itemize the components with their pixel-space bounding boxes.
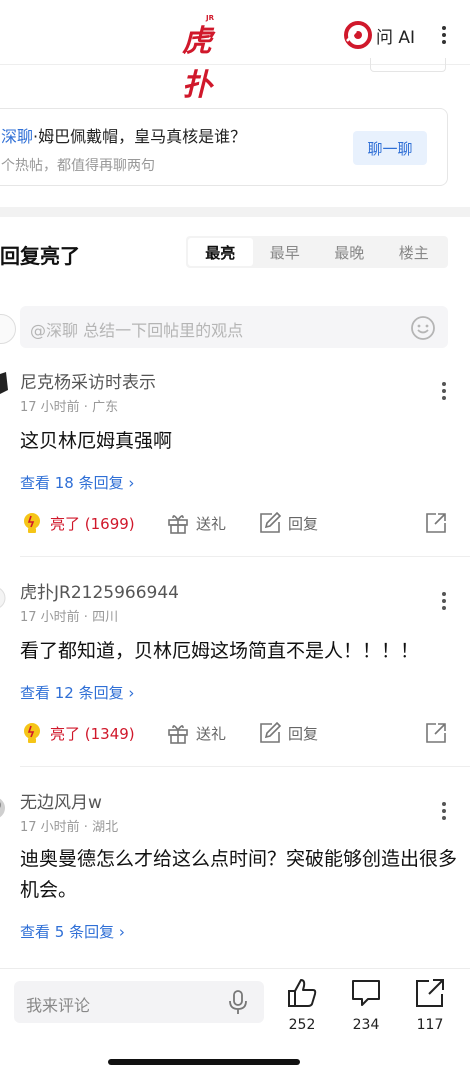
logo-jr-mark: JR (206, 14, 214, 22)
comment-username[interactable]: 无边风月w (20, 788, 102, 813)
comment-username[interactable]: 尼克杨采访时表示 (20, 368, 156, 393)
comment-item: 虎扑JR2125966944 17 小时前 · 四川 看了都知道，贝林厄姆这场简… (0, 578, 470, 768)
banner-title: 深聊·姆巴佩戴帽，皇马真核是谁？ (1, 123, 246, 147)
bulb-icon (24, 513, 40, 533)
bulb-icon (24, 723, 40, 743)
avatar[interactable] (0, 792, 6, 824)
gift-icon (168, 515, 188, 534)
reply-button[interactable]: 回复 (258, 508, 318, 538)
share-icon (426, 723, 446, 743)
more-options-icon[interactable] (436, 378, 452, 404)
ask-ai-button[interactable]: 问 AI (344, 20, 415, 50)
gift-button[interactable]: 送礼 (166, 718, 226, 748)
edit-icon (260, 721, 282, 743)
shares-count: 117 (416, 1017, 444, 1033)
summary-input[interactable]: @深聊 总结一下回帖里的观点 (20, 306, 448, 348)
light-count: 亮了 (1699) (50, 514, 135, 533)
banner-title-text: ·姆巴佩戴帽，皇马真核是谁？ (33, 127, 247, 146)
emoji-icon[interactable] (410, 315, 436, 341)
summary-placeholder: @深聊 总结一下回帖里的观点 (30, 321, 244, 340)
share-button[interactable] (424, 508, 448, 538)
comment-bubble-icon (352, 980, 380, 1006)
sort-tabs: 最亮 最早 最晚 楼主 (186, 236, 448, 268)
section-separator (0, 207, 470, 217)
light-up-button[interactable]: 亮了 (1349) (20, 718, 135, 748)
avatar[interactable] (0, 372, 10, 404)
divider (20, 556, 470, 557)
comment-placeholder: 我来评论 (26, 996, 91, 1015)
view-replies-link[interactable]: 查看 5 条回复 › (20, 921, 125, 942)
more-options-icon[interactable] (436, 588, 452, 614)
share-icon (416, 979, 444, 1007)
reply-label: 回复 (288, 724, 319, 743)
thumbs-up-icon (288, 979, 317, 1007)
top-bar: 虎扑 JR 问 AI (0, 0, 470, 103)
view-replies-link[interactable]: 查看 18 条回复 › (20, 472, 134, 493)
comment-input[interactable]: 我来评论 (14, 981, 264, 1023)
chat-button[interactable]: 聊一聊 (353, 131, 427, 165)
likes-count: 252 (288, 1017, 316, 1033)
avatar (0, 314, 16, 344)
gift-icon (168, 725, 188, 744)
gift-label: 送礼 (196, 514, 227, 533)
comment-meta: 17 小时前 · 四川 (20, 610, 119, 625)
comment-actions: 亮了 (1699) 送礼 回复 (20, 508, 450, 538)
microphone-icon[interactable] (226, 989, 250, 1015)
like-post-button[interactable]: 252 (276, 977, 326, 1037)
comment-username[interactable]: 虎扑JR2125966944 (20, 578, 179, 603)
deep-chat-banner[interactable]: 深聊·姆巴佩戴帽，皇马真核是谁？ 个热帖，都值得再聊两句 聊一聊 (0, 108, 448, 186)
share-post-button[interactable]: 117 (404, 977, 454, 1037)
comments-count: 234 (352, 1017, 380, 1033)
share-icon (426, 513, 446, 533)
view-replies-link[interactable]: 查看 12 条回复 › (20, 682, 134, 703)
comment-text: 这贝林厄姆真强啊 (20, 430, 173, 452)
home-indicator (108, 1059, 300, 1065)
tab-op[interactable]: 楼主 (382, 238, 447, 266)
comments-button[interactable]: 234 (340, 977, 390, 1037)
tab-latest[interactable]: 最晚 (317, 238, 382, 266)
banner-brand: 深聊 (1, 127, 34, 146)
logo-text: 虎扑 (182, 24, 212, 103)
ai-logo-icon (344, 21, 372, 49)
banner-subtitle: 个热帖，都值得再聊两句 (1, 158, 155, 174)
avatar[interactable] (0, 582, 6, 614)
share-button[interactable] (424, 718, 448, 748)
more-options-icon[interactable] (434, 22, 454, 48)
hupu-logo[interactable]: 虎扑 JR (182, 14, 226, 103)
comment-item: 无边风月w 17 小时前 · 湖北 迪奥曼德怎么才给这么点时间？突破能够创造出很… (0, 788, 470, 968)
comment-actions: 亮了 (1349) 送礼 回复 (20, 718, 450, 748)
reply-button[interactable]: 回复 (258, 718, 318, 748)
comment-text: 看了都知道，贝林厄姆这场简直不是人！！！！ (20, 640, 420, 662)
reply-label: 回复 (288, 514, 319, 533)
comment-meta: 17 小时前 · 湖北 (20, 820, 119, 835)
ask-ai-label: 问 AI (376, 27, 416, 48)
tab-brightest[interactable]: 最亮 (188, 238, 253, 266)
partial-button (370, 58, 446, 72)
divider (20, 766, 470, 767)
gift-label: 送礼 (196, 724, 227, 743)
section-title: 回复亮了 (0, 244, 80, 268)
gift-button[interactable]: 送礼 (166, 508, 226, 538)
comment-item: 尼克杨采访时表示 17 小时前 · 广东 这贝林厄姆真强啊 查看 18 条回复 … (0, 368, 470, 558)
light-count: 亮了 (1349) (50, 724, 135, 743)
more-options-icon[interactable] (436, 798, 452, 824)
edit-icon (260, 511, 282, 533)
comment-meta: 17 小时前 · 广东 (20, 400, 119, 415)
tab-earliest[interactable]: 最早 (253, 238, 318, 266)
comment-text: 迪奥曼德怎么才给这么点时间？突破能够创造出很多机会。 (20, 848, 458, 901)
light-up-button[interactable]: 亮了 (1699) (20, 508, 135, 538)
